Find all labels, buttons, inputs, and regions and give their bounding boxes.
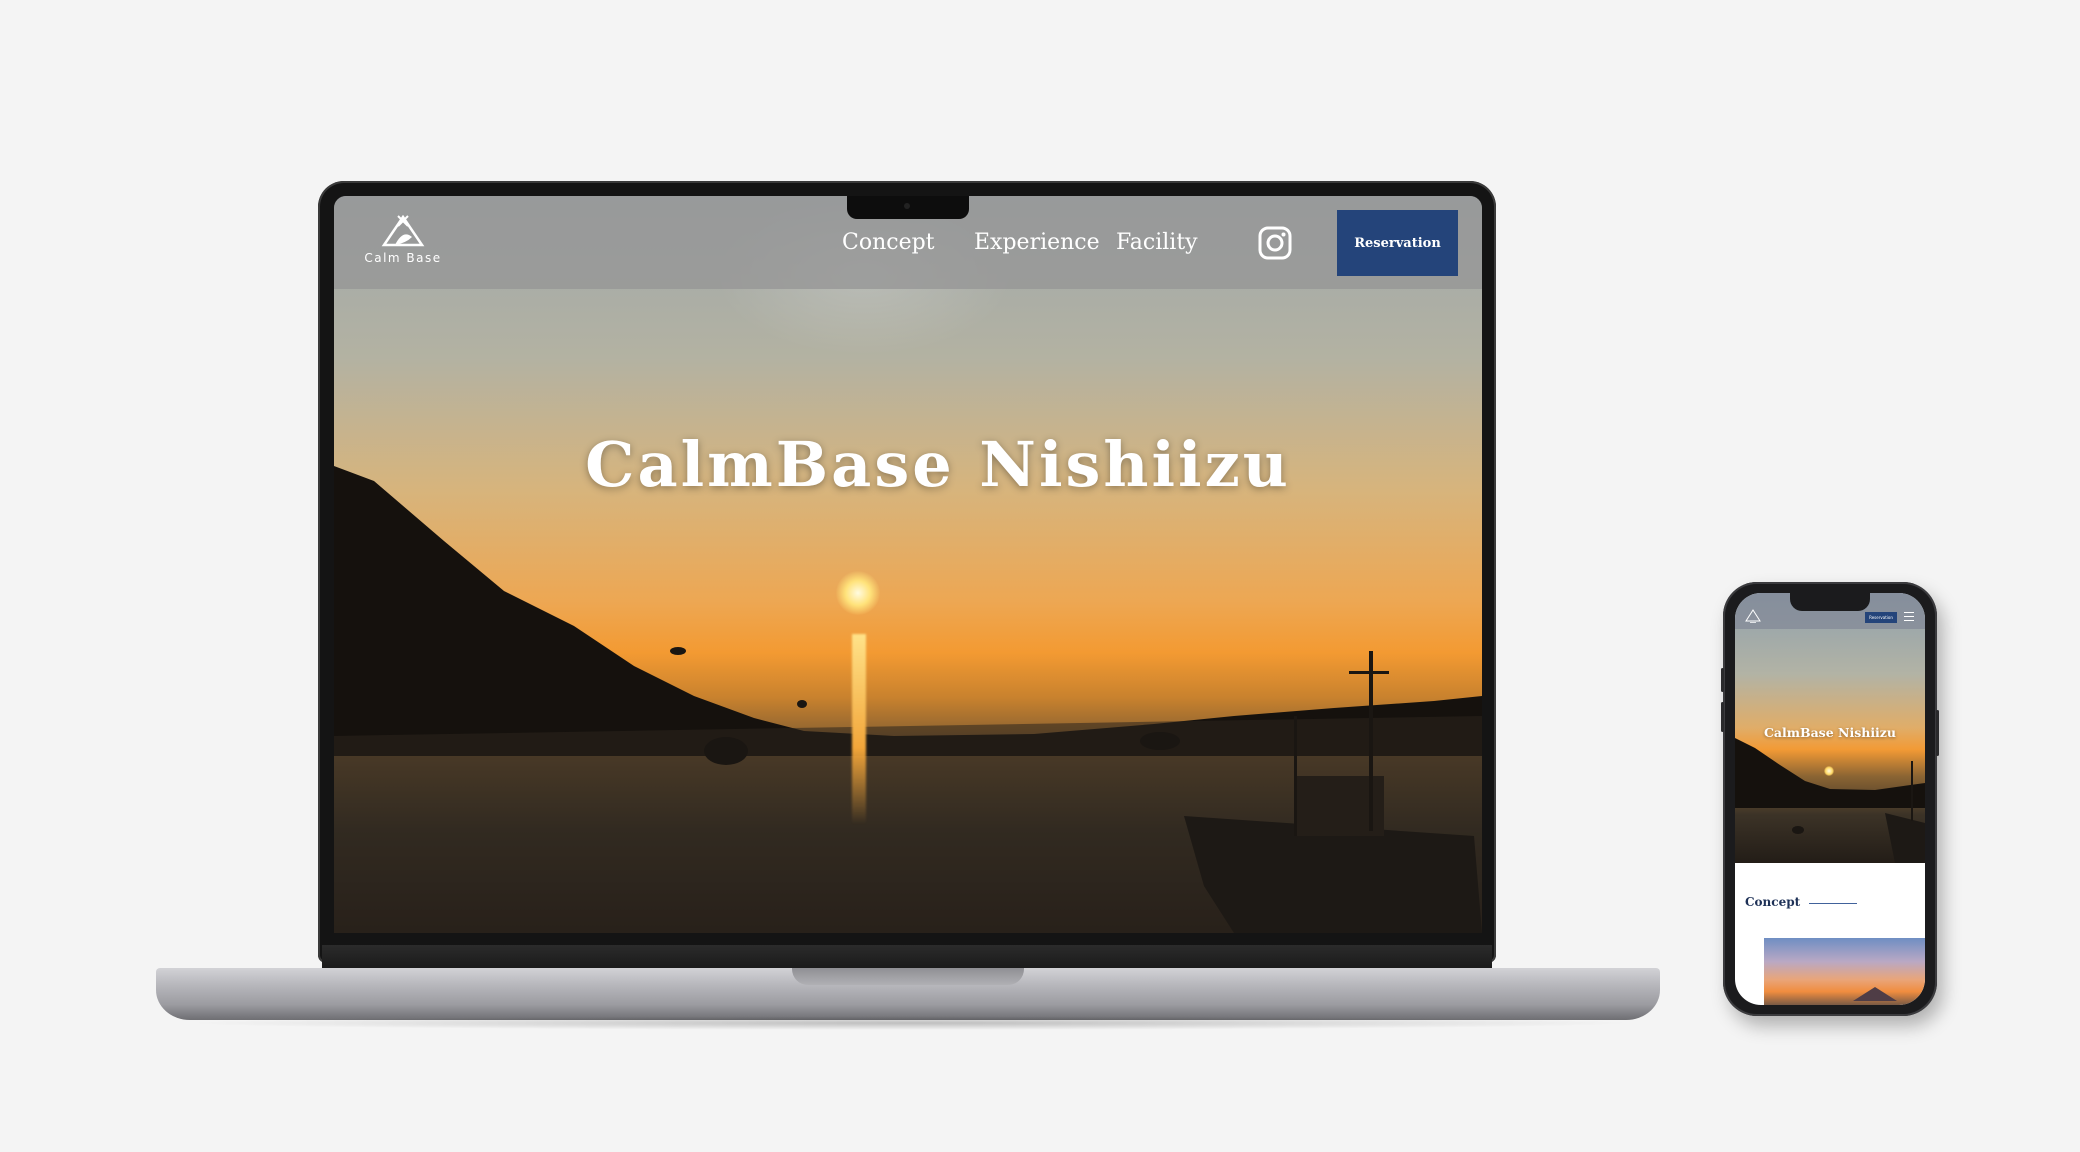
site-logo[interactable]: Calm Base [364,215,442,273]
section-title-divider [1809,903,1857,904]
sun-reflection [852,634,866,824]
phone-side-button [1936,710,1939,756]
phone-side-button [1721,702,1724,732]
nav-link-experience[interactable]: Experience [974,230,1100,255]
tent-icon[interactable] [1745,609,1761,623]
phone-screen: Reservation CalmBase Nishiizu Concept [1735,593,1925,1005]
mountain-silhouette [1853,987,1897,1001]
phone-side-button [1721,668,1724,692]
camera-icon [904,203,910,209]
phone-hero-title: CalmBase Nishiizu [1763,725,1896,740]
hamburger-menu-icon[interactable] [1904,612,1914,622]
phone-concept-image [1764,938,1925,1005]
laptop-notch [847,196,969,219]
landscape-silhouette [334,466,1482,933]
hero-title: CalmBase Nishiizu [585,428,1291,501]
phone-reservation-button[interactable]: Reservation [1865,612,1897,623]
tent-icon [381,215,425,247]
logo-text: Calm Base [364,251,442,265]
nav-link-concept[interactable]: Concept [842,230,935,255]
nav-link-facility[interactable]: Facility [1116,230,1198,255]
instagram-icon[interactable] [1258,226,1292,260]
phone-sun-shape [1824,766,1834,776]
phone-notch [1790,593,1870,611]
laptop-opening-groove [792,968,1024,985]
laptop-shadow [180,1016,1640,1030]
laptop-screen: Calm Base Concept Experience Facility Re… [334,196,1482,933]
phone-section-title: Concept [1745,895,1801,909]
laptop-chin [322,945,1492,969]
reservation-button[interactable]: Reservation [1337,210,1458,276]
sun-shape [836,571,880,615]
hero-background-image [334,196,1482,933]
